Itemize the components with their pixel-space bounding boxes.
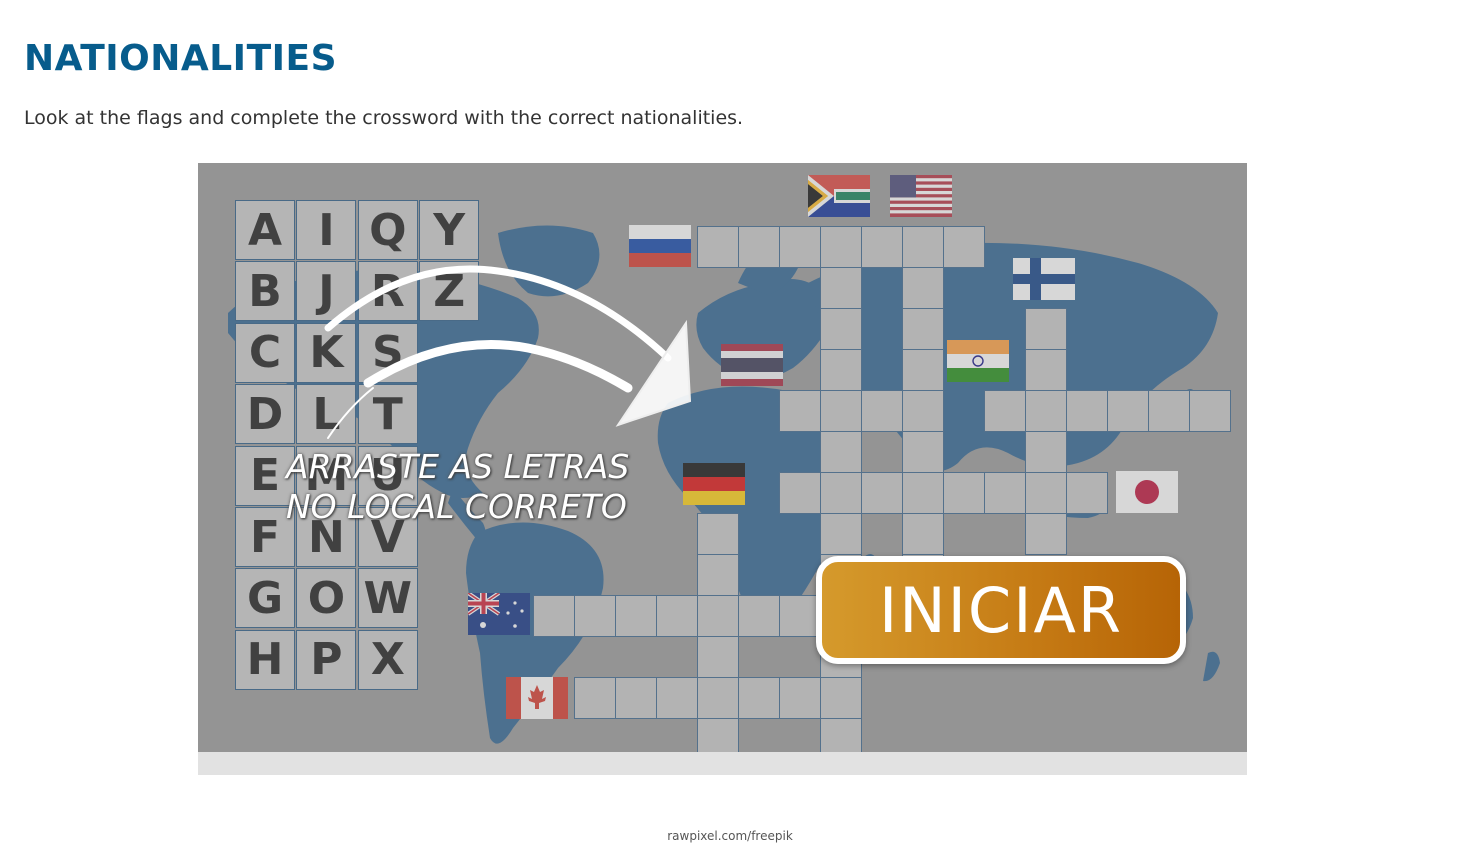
letter-tile[interactable]: W xyxy=(357,568,418,629)
letter-tile[interactable]: L xyxy=(296,384,357,445)
crossword-game[interactable]: AIQYBJRZCKSDLTEMUFNVGOWHPX ARRASTE AS LE… xyxy=(198,163,1247,775)
crossword-cell[interactable] xyxy=(902,349,944,391)
page-title: NATIONALITIES xyxy=(24,38,338,79)
crossword-cell[interactable] xyxy=(820,349,862,391)
instructions-text: Look at the flags and complete the cross… xyxy=(24,107,744,129)
crossword-cell[interactable] xyxy=(738,677,780,719)
crossword-cell[interactable] xyxy=(533,595,575,637)
crossword-cell[interactable] xyxy=(820,431,862,473)
letter-tile[interactable]: S xyxy=(357,322,418,383)
crossword-cell[interactable] xyxy=(1025,390,1067,432)
crossword-cell[interactable] xyxy=(902,226,944,268)
letter-tile[interactable]: O xyxy=(296,568,357,629)
letter-tile[interactable]: R xyxy=(357,261,418,322)
crossword-cell[interactable] xyxy=(984,472,1026,514)
finland-flag xyxy=(1013,258,1075,300)
crossword-cell[interactable] xyxy=(820,513,862,555)
crossword-cell[interactable] xyxy=(697,595,739,637)
thailand-flag xyxy=(721,344,783,386)
usa-flag xyxy=(890,175,952,217)
crossword-cell[interactable] xyxy=(574,677,616,719)
image-credit: rawpixel.com/freepik xyxy=(667,829,793,843)
crossword-cell[interactable] xyxy=(779,390,821,432)
letter-tile[interactable]: B xyxy=(235,261,295,322)
crossword-cell[interactable] xyxy=(902,308,944,350)
crossword-cell[interactable] xyxy=(861,226,903,268)
crossword-cell[interactable] xyxy=(697,554,739,596)
crossword-cell[interactable] xyxy=(1148,390,1190,432)
letter-tile[interactable]: C xyxy=(235,322,295,383)
crossword-cell[interactable] xyxy=(1107,390,1149,432)
drag-instruction-line-2: NO LOCAL CORRETO xyxy=(286,487,627,526)
crossword-cell[interactable] xyxy=(902,390,944,432)
crossword-cell[interactable] xyxy=(738,595,780,637)
crossword-cell[interactable] xyxy=(820,308,862,350)
letter-tile[interactable]: G xyxy=(235,568,295,629)
crossword-cell[interactable] xyxy=(820,472,862,514)
crossword-cell[interactable] xyxy=(779,677,821,719)
letter-tile[interactable]: Q xyxy=(357,200,418,260)
crossword-cell[interactable] xyxy=(1025,349,1067,391)
crossword-cell[interactable] xyxy=(697,226,739,268)
germany-flag xyxy=(683,463,745,505)
japan-flag xyxy=(1116,471,1178,513)
crossword-cell[interactable] xyxy=(861,472,903,514)
crossword-cell[interactable] xyxy=(820,390,862,432)
crossword-cell[interactable] xyxy=(902,513,944,555)
start-button[interactable]: INICIAR xyxy=(816,556,1186,664)
crossword-cell[interactable] xyxy=(984,390,1026,432)
letter-tile[interactable]: J xyxy=(296,261,357,322)
letter-tile[interactable]: T xyxy=(357,384,418,445)
south-africa-flag xyxy=(808,175,870,217)
crossword-cell[interactable] xyxy=(697,513,739,555)
crossword-cell[interactable] xyxy=(1025,472,1067,514)
crossword-cell[interactable] xyxy=(1066,472,1108,514)
crossword-cell[interactable] xyxy=(656,677,698,719)
crossword-cell[interactable] xyxy=(820,226,862,268)
letter-tile[interactable]: X xyxy=(357,629,418,690)
drag-instruction: ARRASTE AS LETRAS NO LOCAL CORRETO xyxy=(286,447,629,527)
crossword-cell[interactable] xyxy=(1066,390,1108,432)
canada-flag xyxy=(506,677,568,719)
letter-tile[interactable]: Z xyxy=(419,261,480,322)
crossword-cell[interactable] xyxy=(902,431,944,473)
russia-flag xyxy=(629,225,691,267)
crossword-cell[interactable] xyxy=(615,677,657,719)
australia-flag xyxy=(468,593,530,635)
crossword-cell[interactable] xyxy=(697,636,739,678)
crossword-cell[interactable] xyxy=(656,595,698,637)
letter-tile[interactable]: A xyxy=(235,200,295,260)
india-flag xyxy=(947,340,1009,382)
crossword-cell[interactable] xyxy=(1025,308,1067,350)
crossword-cell[interactable] xyxy=(902,267,944,309)
crossword-cell[interactable] xyxy=(1025,513,1067,555)
letter-tile[interactable]: H xyxy=(235,629,295,690)
crossword-cell[interactable] xyxy=(615,595,657,637)
crossword-cell[interactable] xyxy=(738,226,780,268)
letter-tile[interactable]: D xyxy=(235,384,295,445)
crossword-cell[interactable] xyxy=(779,226,821,268)
drag-instruction-line-1: ARRASTE AS LETRAS xyxy=(286,447,630,486)
letter-tile[interactable]: K xyxy=(296,322,357,383)
crossword-cell[interactable] xyxy=(943,226,985,268)
crossword-cell[interactable] xyxy=(779,472,821,514)
crossword-cell[interactable] xyxy=(820,677,862,719)
crossword-cell[interactable] xyxy=(820,267,862,309)
letter-tile[interactable]: P xyxy=(296,629,357,690)
crossword-cell[interactable] xyxy=(574,595,616,637)
letter-tile[interactable]: I xyxy=(296,200,357,260)
player-bottom-bar xyxy=(198,752,1247,775)
crossword-cell[interactable] xyxy=(779,595,821,637)
crossword-cell[interactable] xyxy=(1189,390,1231,432)
crossword-cell[interactable] xyxy=(861,390,903,432)
crossword-cell[interactable] xyxy=(1025,431,1067,473)
letter-tile[interactable]: Y xyxy=(419,200,480,260)
crossword-cell[interactable] xyxy=(902,472,944,514)
crossword-cell[interactable] xyxy=(697,677,739,719)
crossword-cell[interactable] xyxy=(943,472,985,514)
